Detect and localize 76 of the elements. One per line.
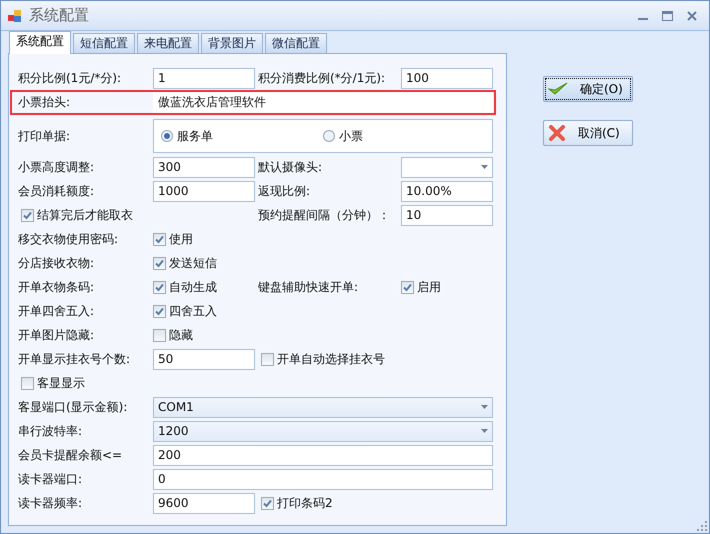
checkbox[interactable] bbox=[261, 352, 274, 366]
checkbox[interactable] bbox=[21, 208, 34, 222]
field-label: 积分消费比例(*分/1元): bbox=[257, 70, 386, 86]
checkbox[interactable] bbox=[153, 280, 166, 294]
field-label: 串行波特率: bbox=[18, 422, 84, 440]
checkbox-label: 自动生成 bbox=[169, 278, 217, 296]
check-icon bbox=[548, 81, 568, 97]
field-label: 读卡器频率: bbox=[18, 494, 84, 512]
dropdown[interactable]: 1200 bbox=[153, 420, 493, 442]
checkbox[interactable] bbox=[401, 280, 414, 294]
field-label: 分店接收衣物: bbox=[18, 254, 96, 272]
text-field[interactable]: 1000 bbox=[153, 180, 255, 202]
checkbox-label: 打印条码2 bbox=[277, 494, 333, 512]
text-field[interactable]: 1 bbox=[153, 68, 255, 88]
field-label: 移交衣物使用密码: bbox=[18, 230, 120, 248]
checkbox[interactable] bbox=[153, 304, 166, 318]
field-label: 会员卡提醒余额<= bbox=[18, 446, 124, 464]
radio-button[interactable] bbox=[161, 130, 173, 142]
field-label: 会员消耗额度: bbox=[18, 182, 96, 200]
checkbox-label: 发送短信 bbox=[169, 254, 217, 272]
ok-button[interactable]: 确定(O) bbox=[543, 76, 633, 102]
resize-grip-icon[interactable] bbox=[697, 521, 707, 531]
radio-label: 小票 bbox=[339, 128, 363, 144]
tab[interactable]: 背景图片 bbox=[201, 33, 263, 53]
text-field[interactable]: 100 bbox=[401, 68, 493, 88]
field-label: 打印单据: bbox=[18, 128, 72, 144]
field-label: 开单四舍五入: bbox=[18, 302, 96, 320]
text-field[interactable]: 10 bbox=[401, 204, 493, 226]
checkbox-label: 隐藏 bbox=[169, 326, 193, 344]
checkbox[interactable] bbox=[21, 376, 34, 390]
maximize-icon[interactable] bbox=[662, 10, 673, 20]
field-label: 积分比例(1元/*分): bbox=[18, 70, 122, 86]
radio-button[interactable] bbox=[323, 130, 335, 142]
close-icon[interactable] bbox=[687, 10, 697, 20]
tab[interactable]: 来电配置 bbox=[137, 33, 199, 53]
cancel-button[interactable]: 取消(C) bbox=[543, 120, 633, 146]
checkbox-label: 客显显示 bbox=[37, 374, 85, 392]
text-field[interactable]: 50 bbox=[153, 348, 255, 370]
text-field[interactable]: 傲蓝洗衣店管理软件 bbox=[153, 92, 493, 113]
dropdown-arrow-icon bbox=[481, 429, 488, 433]
window-title: 系统配置 bbox=[29, 6, 90, 25]
text-field[interactable]: 10.00% bbox=[401, 180, 493, 202]
field-label: 开单衣物条码: bbox=[18, 278, 96, 296]
checkbox-label: 四舍五入 bbox=[169, 302, 217, 320]
field-label: 返现比例: bbox=[257, 182, 312, 200]
field-label: 客显端口(显示金额): bbox=[18, 398, 128, 416]
text-field[interactable]: 200 bbox=[153, 444, 493, 466]
dropdown-arrow-icon bbox=[481, 405, 488, 409]
dropdown[interactable]: COM1 bbox=[153, 396, 493, 418]
tab[interactable]: 微信配置 bbox=[265, 33, 327, 53]
field-label: 默认摄像头: bbox=[257, 158, 324, 176]
field-label: 读卡器端口: bbox=[18, 470, 84, 488]
checkbox-label: 使用 bbox=[169, 230, 193, 248]
checkbox[interactable] bbox=[261, 496, 274, 510]
field-label: 键盘辅助快速开单: bbox=[257, 278, 360, 296]
text-field[interactable]: 300 bbox=[153, 156, 255, 178]
tab[interactable]: 系统配置 bbox=[9, 31, 71, 54]
text-field[interactable]: 9600 bbox=[153, 492, 255, 514]
checkbox-label: 启用 bbox=[417, 278, 441, 296]
cross-icon bbox=[548, 125, 566, 141]
field-label: 开单显示挂衣号个数: bbox=[18, 350, 132, 368]
checkbox[interactable] bbox=[153, 232, 166, 246]
text-field[interactable]: 0 bbox=[153, 468, 493, 490]
dropdown[interactable] bbox=[401, 156, 493, 178]
app-icon bbox=[7, 8, 23, 24]
checkbox-label: 开单自动选择挂衣号 bbox=[277, 350, 385, 368]
field-label: 预约提醒间隔（分钟）： bbox=[257, 206, 391, 224]
checkbox-label: 结算完后才能取衣 bbox=[37, 206, 133, 224]
checkbox[interactable] bbox=[153, 256, 166, 270]
field-label: 开单图片隐藏: bbox=[18, 326, 96, 344]
field-label: 小票高度调整: bbox=[18, 158, 96, 176]
tab[interactable]: 短信配置 bbox=[73, 33, 135, 53]
radio-label: 服务单 bbox=[177, 128, 213, 144]
field-label: 小票抬头: bbox=[18, 94, 72, 111]
dropdown-arrow-icon bbox=[481, 165, 488, 169]
checkbox[interactable] bbox=[153, 328, 166, 342]
